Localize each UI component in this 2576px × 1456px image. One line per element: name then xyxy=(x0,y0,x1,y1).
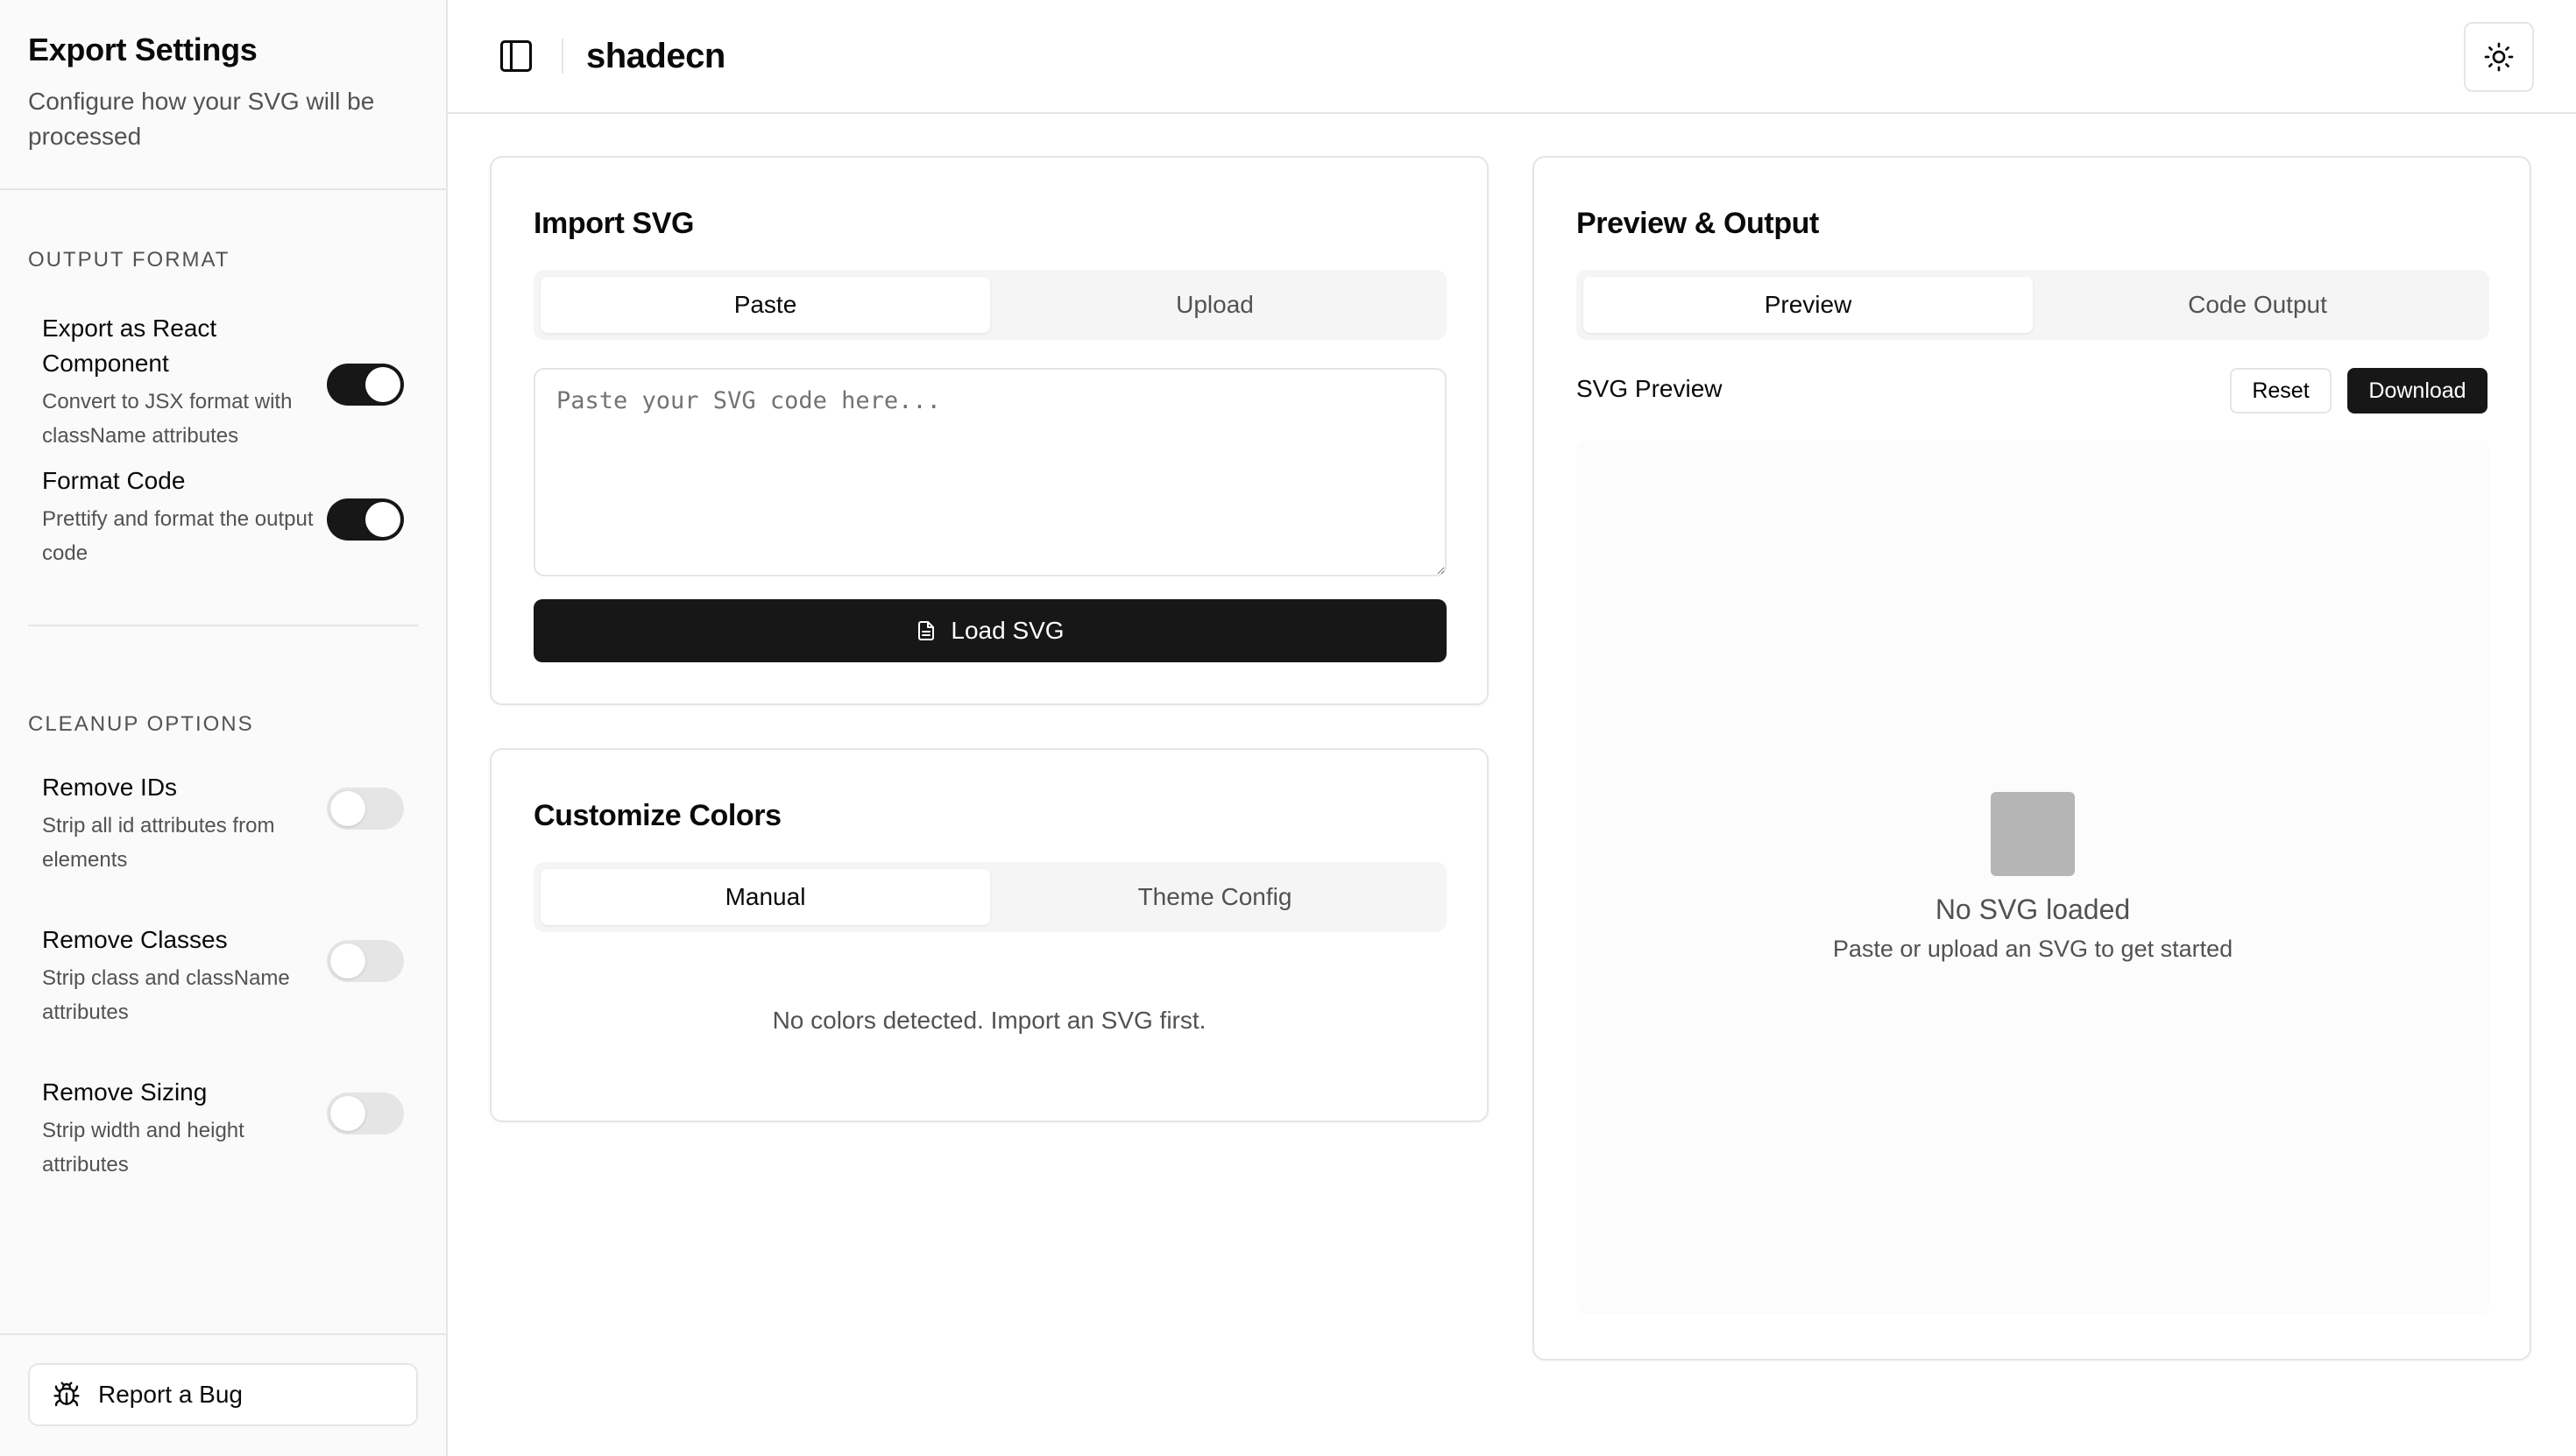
load-svg-button[interactable]: Load SVG xyxy=(534,599,1447,662)
empty-placeholder-icon xyxy=(1991,792,2075,876)
bug-icon xyxy=(53,1381,81,1409)
format-code-toggle[interactable] xyxy=(327,498,404,541)
load-svg-label: Load SVG xyxy=(951,617,1065,644)
option-remove-ids: Remove IDs Strip all id attributes from … xyxy=(28,770,418,922)
output-format-section: Export as React Component Convert to JSX… xyxy=(0,311,446,577)
preview-card-title: Preview & Output xyxy=(1576,207,1819,240)
option-label: Remove IDs xyxy=(42,774,178,801)
import-svg-card: Import SVG Paste Upload Load SVG xyxy=(490,156,1489,705)
option-description: Convert to JSX format with className att… xyxy=(42,390,293,448)
toggle-knob xyxy=(365,367,400,402)
tab-upload[interactable]: Upload xyxy=(990,277,1440,333)
svg-preview-area: No SVG loaded Paste or upload an SVG to … xyxy=(1576,440,2489,1314)
option-remove-sizing: Remove Sizing Strip width and height att… xyxy=(28,1075,418,1189)
option-description: Strip all id attributes from elements xyxy=(42,814,275,872)
customize-colors-card: Customize Colors Manual Theme Config No … xyxy=(490,748,1489,1122)
option-description: Prettify and format the output code xyxy=(42,507,314,565)
report-bug-button[interactable]: Report a Bug xyxy=(28,1363,418,1426)
reset-button[interactable]: Reset xyxy=(2230,368,2332,413)
remove-classes-toggle[interactable] xyxy=(327,940,404,982)
preview-tabs: Preview Code Output xyxy=(1576,270,2489,340)
option-remove-classes: Remove Classes Strip class and className… xyxy=(28,922,418,1075)
empty-state-title: No SVG loaded xyxy=(1935,894,2131,925)
app-root: Export Settings Configure how your SVG w… xyxy=(0,0,2576,1456)
svg-preview-label: SVG Preview xyxy=(1576,375,1723,402)
import-card-title: Import SVG xyxy=(534,207,695,240)
import-tabs: Paste Upload xyxy=(534,270,1447,340)
top-bar: shadecn xyxy=(448,0,2576,114)
toggle-knob xyxy=(330,1096,365,1131)
tab-theme-config[interactable]: Theme Config xyxy=(990,869,1440,925)
tab-paste[interactable]: Paste xyxy=(541,277,990,333)
theme-toggle-button[interactable] xyxy=(2464,22,2534,92)
sidebar-header: Export Settings Configure how your SVG w… xyxy=(0,0,446,190)
main-area: shadecn Import SVG Paste Upload Paste yo… xyxy=(448,0,2576,1456)
sidebar-title: Export Settings xyxy=(28,32,258,67)
cleanup-options-section: Remove IDs Strip all id attributes from … xyxy=(0,770,446,1189)
remove-sizing-toggle[interactable] xyxy=(327,1092,404,1134)
report-bug-label: Report a Bug xyxy=(98,1381,243,1408)
sidebar: Export Settings Configure how your SVG w… xyxy=(0,0,448,1456)
tab-manual[interactable]: Manual xyxy=(541,869,990,925)
option-description: Strip class and className attributes xyxy=(42,966,290,1024)
option-export-react: Export as React Component Convert to JSX… xyxy=(28,311,418,458)
brand-title: shadecn xyxy=(586,36,725,75)
sidebar-description: Configure how your SVG will be processed xyxy=(28,88,375,150)
toggle-knob xyxy=(330,791,365,826)
file-icon xyxy=(916,620,937,641)
cleanup-options-heading: CLEANUP OPTIONS xyxy=(28,712,254,736)
sidebar-toggle-icon[interactable] xyxy=(497,37,535,75)
svg-code-input[interactable] xyxy=(534,368,1447,576)
option-label: Export as React Component xyxy=(42,315,217,377)
output-format-heading: OUTPUT FORMAT xyxy=(28,248,230,272)
remove-ids-toggle[interactable] xyxy=(327,788,404,830)
sidebar-footer: Report a Bug xyxy=(0,1333,446,1456)
preview-output-card: Preview & Output Preview Code Output SVG… xyxy=(1532,156,2531,1361)
download-button[interactable]: Download xyxy=(2347,368,2488,413)
tab-preview[interactable]: Preview xyxy=(1583,277,2033,333)
colors-card-title: Customize Colors xyxy=(534,799,782,832)
option-label: Remove Sizing xyxy=(42,1078,208,1106)
empty-state-subtitle: Paste or upload an SVG to get started xyxy=(1832,936,2233,962)
option-label: Format Code xyxy=(42,467,186,494)
toggle-knob xyxy=(330,944,365,979)
option-label: Remove Classes xyxy=(42,926,228,953)
tab-code-output[interactable]: Code Output xyxy=(2033,277,2482,333)
toggle-knob xyxy=(365,502,400,537)
colors-tabs: Manual Theme Config xyxy=(534,862,1447,932)
option-format-code: Format Code Prettify and format the outp… xyxy=(28,463,418,577)
option-description: Strip width and height attributes xyxy=(42,1119,244,1177)
no-colors-message: No colors detected. Import an SVG first. xyxy=(772,1007,1207,1034)
header-separator xyxy=(562,39,563,74)
export-react-toggle[interactable] xyxy=(327,364,404,406)
sun-icon xyxy=(2483,41,2515,73)
